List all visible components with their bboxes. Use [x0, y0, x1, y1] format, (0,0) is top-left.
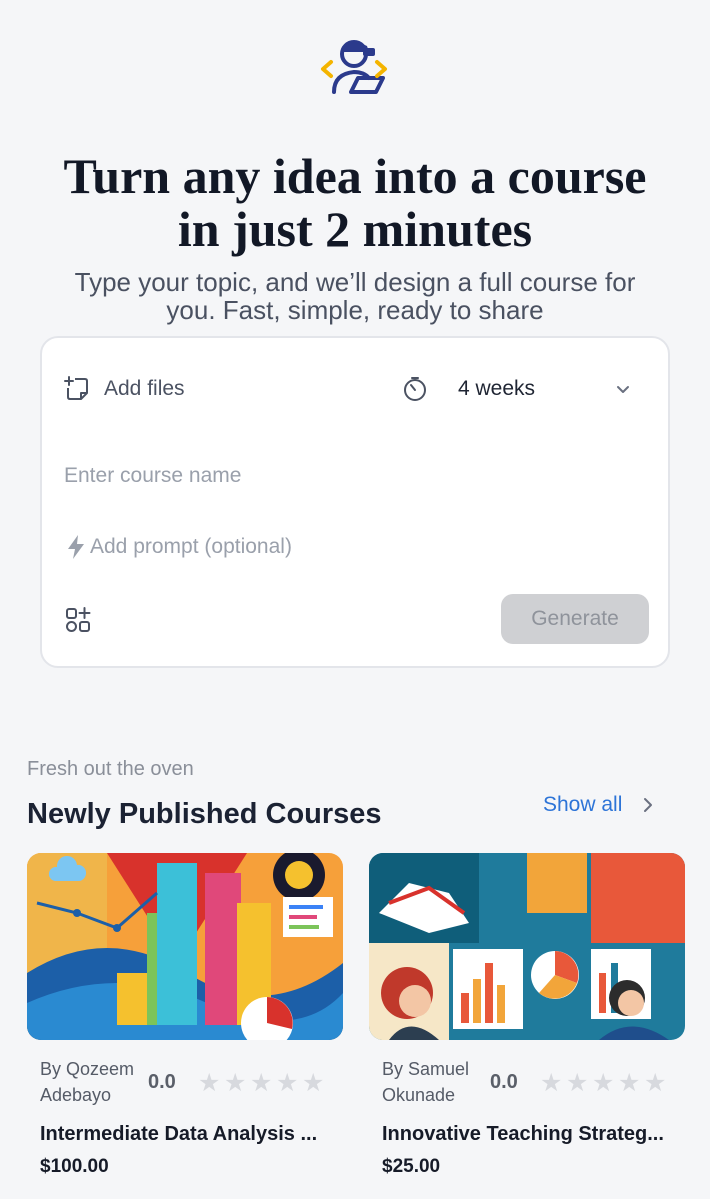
rating-stars: ★ ★ ★ ★ ★ — [540, 1071, 670, 1096]
chevron-down-icon — [617, 386, 629, 393]
course-author: By Qozeem Adebayo — [40, 1056, 150, 1108]
duration-value: 4 weeks — [458, 377, 536, 400]
course-name-input[interactable] — [64, 456, 644, 496]
course-thumbnail — [27, 853, 343, 1040]
course-author-line2: Okunade — [382, 1085, 456, 1105]
star-icon: ★ — [250, 1069, 273, 1097]
star-icon: ★ — [566, 1069, 589, 1097]
hero-title-line2: in just 2 minutes — [177, 201, 533, 257]
section-eyebrow: Fresh out the oven — [27, 758, 194, 780]
star-icon: ★ — [644, 1069, 667, 1097]
star-icon: ★ — [276, 1069, 299, 1097]
star-icon: ★ — [224, 1069, 247, 1097]
course-author-line1: By Qozeem — [40, 1059, 135, 1079]
duration-select[interactable]: 4 weeks — [402, 376, 652, 402]
hero-subtitle: Type your topic, and we’ll design a full… — [40, 268, 670, 324]
course-composer: Add files 4 weeks Add prompt (optional) — [40, 336, 670, 668]
star-icon: ★ — [618, 1069, 641, 1097]
generate-button[interactable]: Generate — [501, 594, 649, 644]
course-card[interactable]: By Samuel Okunade 0.0 ★ ★ ★ ★ ★ Innovative T… — [369, 853, 685, 1183]
hero-title: Turn any idea into a course in just 2 mi… — [0, 150, 710, 256]
course-author-line2: Adebayo — [40, 1085, 112, 1105]
course-price: $25.00 — [382, 1156, 441, 1177]
add-prompt-field[interactable]: Add prompt (optional) — [66, 534, 292, 560]
course-price: $100.00 — [40, 1156, 109, 1177]
data-analysis-illustration — [27, 853, 343, 1040]
add-files-button[interactable]: Add files — [64, 376, 185, 402]
course-title[interactable]: Innovative Teaching Strateg... — [382, 1123, 682, 1146]
composer-toolbar: Add files 4 weeks — [42, 338, 668, 446]
course-title[interactable]: Intermediate Data Analysis ... — [40, 1123, 340, 1146]
file-plus-icon — [64, 376, 88, 400]
star-icon: ★ — [592, 1069, 615, 1097]
course-author-line1: By Samuel — [382, 1059, 470, 1079]
course-card[interactable]: By Qozeem Adebayo 0.0 ★ ★ ★ ★ ★ Intermediate… — [27, 853, 343, 1183]
add-widget-icon[interactable] — [64, 606, 92, 634]
star-icon: ★ — [198, 1069, 221, 1097]
page: Turn any idea into a course in just 2 mi… — [0, 0, 710, 1199]
course-author: By Samuel Okunade — [382, 1056, 492, 1108]
hero-subtitle-line1: Type your topic, and we’ll design a full… — [74, 267, 636, 297]
chevron-right-icon — [644, 798, 653, 812]
teaching-strategies-illustration — [369, 853, 685, 1040]
hero-title-line1: Turn any idea into a course — [63, 148, 647, 204]
add-prompt-placeholder: Add prompt (optional) — [90, 535, 292, 558]
teacher-laptop-code-icon — [321, 40, 387, 94]
rating-stars: ★ ★ ★ ★ ★ — [198, 1071, 328, 1096]
timer-icon — [404, 377, 426, 401]
section-title: Newly Published Courses — [27, 798, 382, 830]
add-files-label: Add files — [104, 377, 185, 400]
course-thumbnail — [369, 853, 685, 1040]
star-icon: ★ — [540, 1069, 563, 1097]
course-rating: 0.0 — [490, 1071, 518, 1093]
hero-subtitle-line2: you. Fast, simple, ready to share — [166, 295, 544, 325]
show-all-link[interactable]: Show all — [543, 793, 654, 817]
course-rating: 0.0 — [148, 1071, 176, 1093]
star-icon: ★ — [302, 1069, 325, 1097]
lightning-icon — [68, 535, 84, 559]
show-all-label: Show all — [543, 793, 623, 816]
